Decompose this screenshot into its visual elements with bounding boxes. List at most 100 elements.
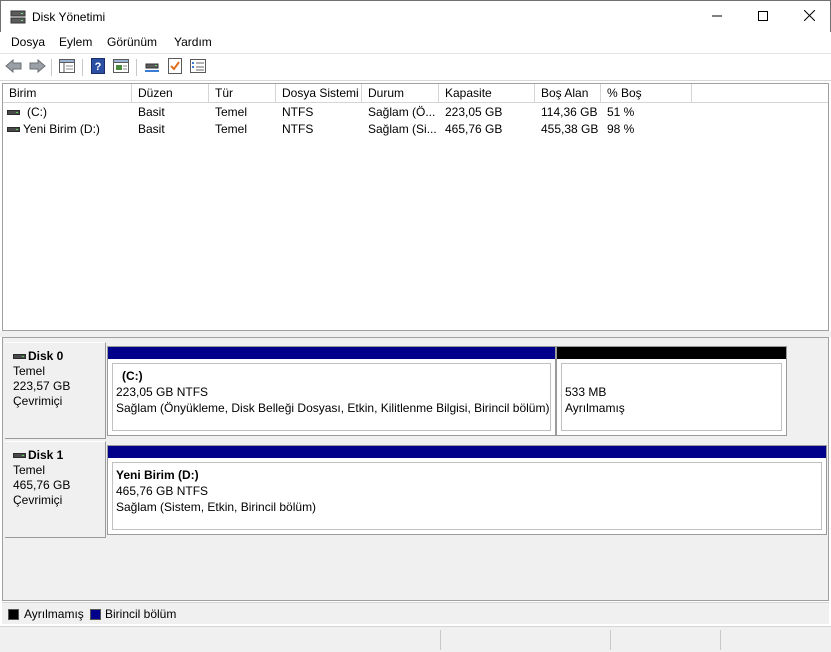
drive-icon [13, 453, 26, 458]
checklist-button[interactable] [165, 57, 185, 77]
column-header-duzen[interactable]: Düzen [132, 84, 209, 103]
partition-bar-unallocated [557, 347, 786, 359]
disk-0-label[interactable]: Disk 0 Temel 223,57 GB Çevrimiçi [5, 342, 106, 439]
cell-dosya-sistemi: NTFS [282, 122, 314, 136]
disk-name: Disk 1 [28, 448, 64, 462]
menu-gorunum[interactable]: Görünüm [107, 35, 157, 49]
minimize-button[interactable] [694, 1, 740, 32]
partition-c[interactable]: (C:) 223,05 GB NTFS Sağlam (Önyükleme, D… [107, 346, 556, 436]
volume-list: Birim Düzen Tür Dosya Sistemi Durum Kapa… [2, 83, 829, 331]
partition-status: Ayrılmamış [565, 401, 625, 415]
disk-map: Disk 0 Temel 223,57 GB Çevrimiçi (C:) 22… [2, 337, 829, 601]
cell-duzen: Basit [138, 105, 165, 119]
column-header-birim[interactable]: Birim [3, 84, 132, 103]
properties-icon [113, 58, 129, 76]
partition-bar-primary [108, 446, 826, 458]
disk-status: Çevrimiçi [13, 394, 63, 408]
forward-icon [28, 58, 46, 76]
close-icon [803, 8, 815, 26]
partition-name: (C:) [122, 369, 143, 383]
partition-d-details: Yeni Birim (D:) 465,76 GB NTFS Sağlam (S… [112, 462, 822, 530]
cell-dosya-sistemi: NTFS [282, 105, 314, 119]
forward-button[interactable] [27, 58, 47, 76]
list-view-button[interactable] [188, 58, 208, 76]
toolbar-separator [51, 59, 52, 76]
properties-button[interactable] [111, 58, 131, 76]
cell-tur: Temel [215, 105, 248, 119]
menu-eylem[interactable]: Eylem [59, 35, 92, 49]
disk-name: Disk 0 [28, 349, 64, 363]
column-header-dosya-sistemi[interactable]: Dosya Sistemi [276, 84, 362, 103]
maximize-button[interactable] [740, 1, 786, 32]
cell-birim: (C:) [27, 105, 47, 119]
console-tree-icon [59, 58, 75, 76]
partition-bar-primary [108, 347, 555, 359]
toolbar-separator [136, 59, 137, 76]
legend-swatch-primary [90, 609, 101, 620]
legend-swatch-unallocated [8, 609, 19, 620]
disk-connect-icon [143, 59, 161, 76]
cell-kapasite: 223,05 GB [445, 105, 503, 119]
cell-yuzde-bos: 51 % [607, 105, 635, 119]
disk-type: Temel [13, 463, 46, 477]
partition-d[interactable]: Yeni Birim (D:) 465,76 GB NTFS Sağlam (S… [107, 445, 827, 535]
cell-durum: Sağlam (Ö... [368, 105, 436, 119]
status-divider [610, 630, 611, 650]
drive-icon [13, 354, 26, 359]
disk-status: Çevrimiçi [13, 493, 63, 507]
checklist-icon [168, 57, 182, 77]
drive-icon [7, 110, 20, 115]
partition-c-details: (C:) 223,05 GB NTFS Sağlam (Önyükleme, D… [112, 363, 551, 431]
back-button[interactable] [4, 58, 24, 76]
toolbar-separator [82, 59, 83, 76]
column-header-durum[interactable]: Durum [362, 84, 439, 103]
menu-dosya[interactable]: Dosya [11, 35, 45, 49]
status-divider [720, 630, 721, 650]
minimize-icon [712, 8, 722, 26]
partition-size: 533 MB [565, 385, 607, 399]
cell-kapasite: 465,76 GB [445, 122, 503, 136]
back-icon [5, 58, 23, 76]
maximize-icon [758, 8, 768, 26]
legend-label-primary: Birincil bölüm [105, 607, 177, 621]
menu-yardim[interactable]: Yardım [174, 35, 212, 49]
console-tree-button[interactable] [57, 58, 77, 76]
partition-status: Sağlam (Önyükleme, Disk Belleği Dosyası,… [116, 401, 550, 415]
cell-bos-alan: 114,36 GB [541, 105, 598, 119]
close-button[interactable] [786, 1, 831, 32]
list-view-icon [190, 58, 206, 76]
partition-size: 223,05 GB NTFS [116, 385, 209, 399]
partition-unallocated-details: 533 MB Ayrılmamış [561, 363, 782, 431]
help-button[interactable]: ? [88, 57, 108, 76]
drive-icon [7, 127, 20, 132]
status-bar [0, 626, 831, 652]
disk-connect-button[interactable] [142, 58, 162, 76]
column-header-tur[interactable]: Tür [209, 84, 276, 103]
partition-size: 465,76 GB NTFS [116, 484, 209, 498]
disk-size: 223,57 GB [13, 379, 71, 393]
column-header-bos-alan[interactable]: Boş Alan [535, 84, 601, 103]
table-row[interactable]: Yeni Birim (D:) Basit Temel NTFS Sağlam … [3, 121, 828, 138]
disk-type: Temel [13, 364, 46, 378]
disk-management-icon [10, 10, 26, 24]
cell-duzen: Basit [138, 122, 165, 136]
legend: Ayrılmamış Birincil bölüm [2, 602, 829, 624]
menu-bar: Dosya Eylem Görünüm Yardım [0, 32, 831, 53]
cell-yuzde-bos: 98 % [607, 122, 635, 136]
status-divider [440, 630, 441, 650]
legend-label-unallocated: Ayrılmamış [24, 607, 84, 621]
partition-name: Yeni Birim (D:) [116, 468, 199, 482]
column-header-kapasite[interactable]: Kapasite [439, 84, 535, 103]
toolbar: ? [0, 53, 831, 81]
disk-size: 465,76 GB [13, 478, 71, 492]
volume-list-header: Birim Düzen Tür Dosya Sistemi Durum Kapa… [3, 84, 828, 103]
partition-status: Sağlam (Sistem, Etkin, Birincil bölüm) [116, 500, 317, 514]
cell-birim: Yeni Birim (D:) [23, 122, 100, 136]
partition-unallocated[interactable]: 533 MB Ayrılmamış [556, 346, 787, 436]
window-title: Disk Yönetimi [32, 10, 106, 24]
table-row[interactable]: (C:) Basit Temel NTFS Sağlam (Ö... 223,0… [3, 104, 828, 121]
svg-text:?: ? [95, 61, 102, 73]
cell-tur: Temel [215, 122, 248, 136]
column-header-yuzde-bos[interactable]: % Boş [601, 84, 692, 103]
disk-1-label[interactable]: Disk 1 Temel 465,76 GB Çevrimiçi [5, 441, 106, 538]
